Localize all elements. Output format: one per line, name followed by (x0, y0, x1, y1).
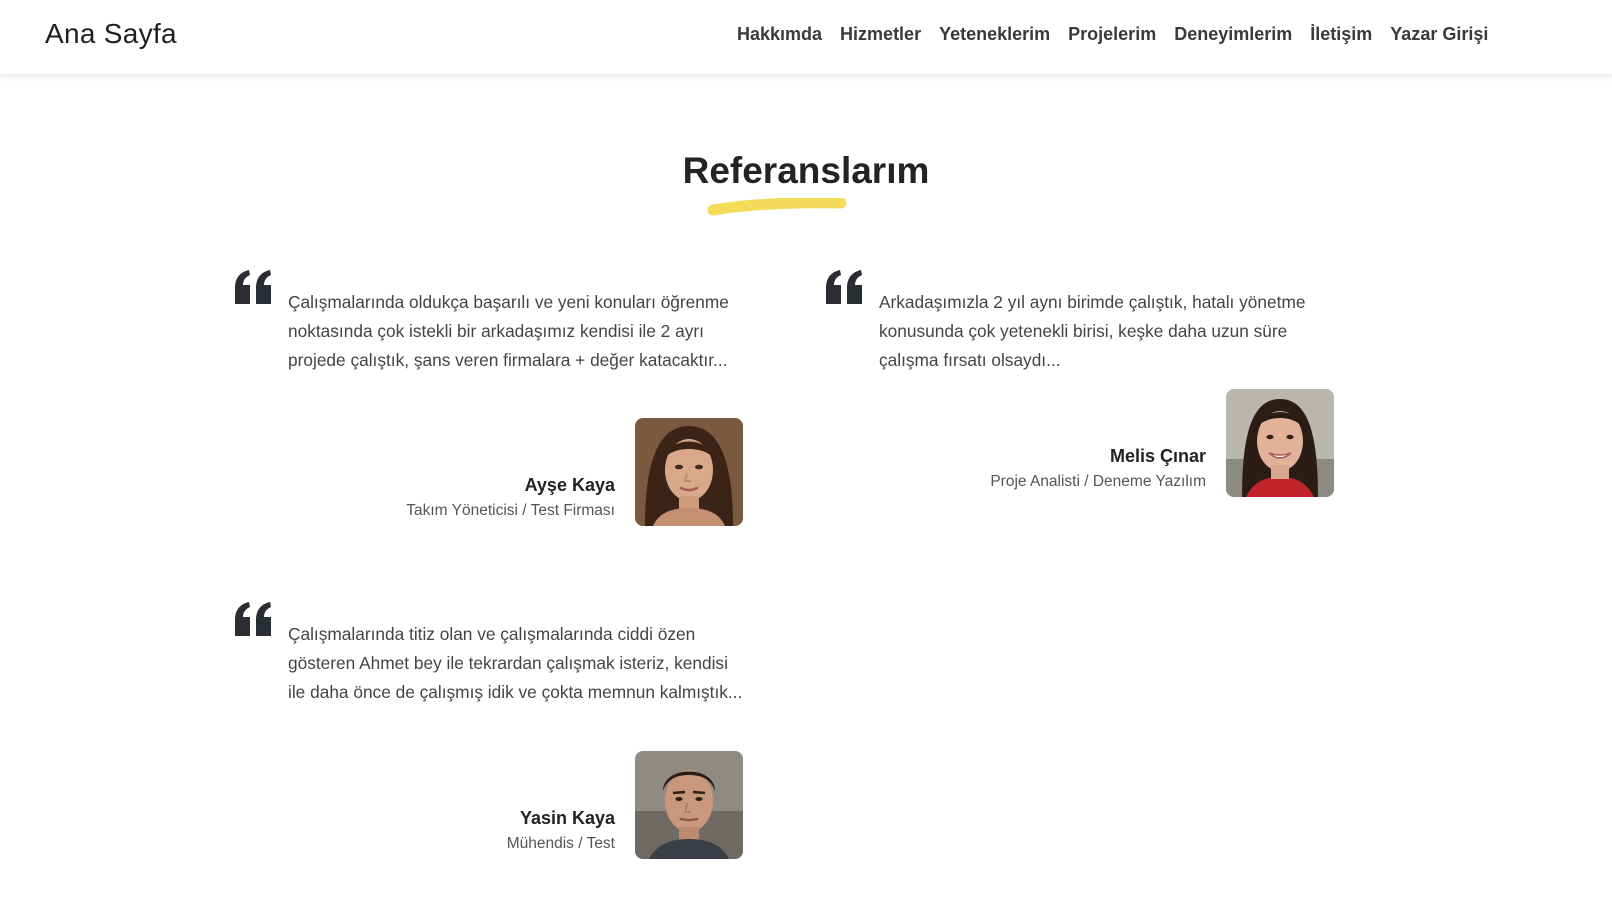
title-underline-decoration (707, 198, 847, 216)
author-info: Melis Çınar Proje Analisti / Deneme Yazı… (990, 446, 1206, 491)
quote-icon (235, 602, 271, 636)
testimonial-text: Arkadaşımızla 2 yıl aynı birimde çalıştı… (879, 292, 1306, 370)
testimonial-text: Çalışmalarında oldukça başarılı ve yeni … (288, 292, 729, 370)
testimonial-text: Çalışmalarında titiz olan ve çalışmaları… (288, 624, 743, 702)
author-info: Yasin Kaya Mühendis / Test (507, 808, 615, 853)
nav-link-projelerim[interactable]: Projelerim (1068, 24, 1156, 45)
woman-portrait-avatar (635, 418, 743, 526)
author-name: Ayşe Kaya (524, 475, 615, 495)
quote-icon (235, 270, 271, 304)
author-role: Mühendis / Test (506, 835, 615, 852)
author-role: Takım Yöneticisi / Test Firması (406, 502, 615, 519)
author-info: Ayşe Kaya Takım Yöneticisi / Test Firmas… (406, 475, 615, 520)
author-name: Melis Çınar (1109, 446, 1206, 466)
man-portrait-avatar (635, 751, 743, 859)
testimonial-card: Çalışmalarında oldukça başarılı ve yeni … (233, 270, 753, 530)
brand-home-link[interactable]: Ana Sayfa (45, 18, 177, 50)
nav-links: Hakkımda Hizmetler Yeteneklerim Projeler… (737, 24, 1488, 45)
nav-link-hakkimda[interactable]: Hakkımda (737, 24, 822, 45)
author-role: Proje Analisti / Deneme Yazılım (990, 473, 1206, 490)
quote-icon (826, 270, 862, 304)
nav-link-yeteneklerim[interactable]: Yeteneklerim (939, 24, 1050, 45)
smiling-woman-portrait-avatar (1226, 389, 1334, 497)
nav-link-iletisim[interactable]: İletişim (1310, 24, 1372, 45)
nav-link-hizmetler[interactable]: Hizmetler (840, 24, 921, 45)
section-title: Referanslarım (682, 150, 930, 191)
nav-link-deneyimlerim[interactable]: Deneyimlerim (1174, 24, 1292, 45)
author-name: Yasin Kaya (519, 808, 615, 828)
top-navbar: Ana Sayfa Hakkımda Hizmetler Yetenekleri… (0, 0, 1612, 75)
nav-link-yazar-girisi[interactable]: Yazar Girişi (1390, 24, 1488, 45)
testimonial-card: Arkadaşımızla 2 yıl aynı birimde çalıştı… (824, 270, 1344, 500)
testimonial-card: Çalışmalarında titiz olan ve çalışmaları… (233, 602, 753, 862)
